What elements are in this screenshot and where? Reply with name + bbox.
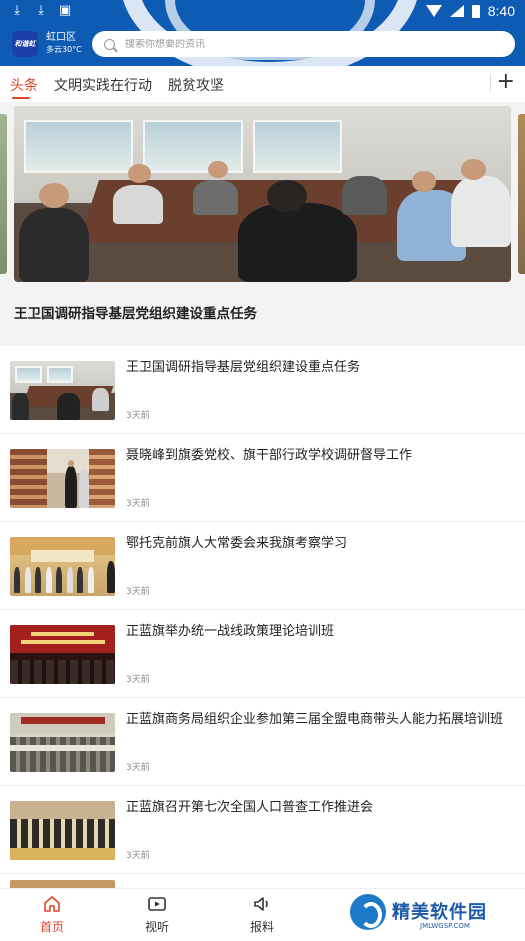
featured-title[interactable]: 王卫国调研指导基层党组织建设重点任务 xyxy=(14,302,257,322)
news-thumbnail xyxy=(10,713,115,772)
featured-carousel[interactable]: 王卫国调研指导基层党组织建设重点任务 xyxy=(0,102,525,346)
news-time: 3天前 xyxy=(126,411,150,421)
news-title: 正蓝旗举办统一战线政策理论培训班 xyxy=(126,624,335,639)
tab-civilization-practice[interactable]: 文明实践在行动 xyxy=(54,75,152,95)
signal-icon xyxy=(449,5,464,17)
news-time: 3天前 xyxy=(126,675,150,685)
app-header: ⤓ ⤓ ▣ 8:40 和谐虹 虹口区 多云30°C xyxy=(0,0,525,66)
watermark-name: 精美软件园 xyxy=(392,902,487,923)
status-bar: ⤓ ⤓ ▣ 8:40 xyxy=(0,0,525,24)
news-title: 聂晓峰到旗委党校、旗干部行政学校调研督导工作 xyxy=(126,448,413,463)
news-time: 3天前 xyxy=(126,763,150,773)
tab-poverty-alleviation[interactable]: 脱贫攻坚 xyxy=(168,75,224,95)
speaker-icon xyxy=(254,897,268,911)
app-screen: ⤓ ⤓ ▣ 8:40 和谐虹 虹口区 多云30°C 头条 文明实践在行动 脱贫攻… xyxy=(0,0,525,941)
watermark: 精美软件园 JMLWGSP.COM xyxy=(350,892,520,938)
category-tabs: 头条 文明实践在行动 脱贫攻坚 + xyxy=(0,66,525,102)
status-time: 8:40 xyxy=(487,3,515,19)
image-icon: ▣ xyxy=(58,3,72,18)
add-channel-icon[interactable]: + xyxy=(497,69,515,94)
carousel-next-peek xyxy=(518,114,525,274)
list-item[interactable]: 鄂托克前旗人大常委会来我旗考察学习 3天前 xyxy=(0,522,525,610)
news-thumbnail xyxy=(10,801,115,860)
nav-label: 首页 xyxy=(39,920,64,934)
watermark-logo-icon xyxy=(350,894,386,930)
news-title: 王卫国调研指导基层党组织建设重点任务 xyxy=(126,360,361,375)
search-icon xyxy=(104,38,115,50)
news-title: 正蓝旗召开第七次全国人口普查工作推进会 xyxy=(126,800,374,815)
list-item[interactable]: 王卫国调研指导基层党组织建设重点任务 3天前 xyxy=(0,346,525,434)
news-title: 鄂托克前旗人大常委会来我旗考察学习 xyxy=(126,536,348,551)
location-name: 虹口区 xyxy=(46,32,76,43)
weather-text: 多云30°C xyxy=(46,45,82,54)
news-time: 3天前 xyxy=(126,851,150,861)
location-weather[interactable]: 虹口区 多云30°C xyxy=(46,31,82,55)
news-thumbnail xyxy=(10,449,115,508)
news-time: 3天前 xyxy=(126,499,150,509)
tab-divider xyxy=(490,74,491,92)
download-icon: ⤓ xyxy=(38,3,44,18)
news-thumbnail xyxy=(10,537,115,596)
watermark-url: JMLWGSP.COM xyxy=(420,922,470,930)
list-item[interactable]: 聂晓峰到旗委党校、旗干部行政学校调研督导工作 3天前 xyxy=(0,434,525,522)
search-input[interactable] xyxy=(125,38,485,50)
video-icon xyxy=(148,897,166,911)
nav-label: 视听 xyxy=(144,920,169,934)
tab-headlines[interactable]: 头条 xyxy=(10,75,38,95)
nav-report[interactable]: 报料 xyxy=(232,894,292,935)
news-thumbnail xyxy=(10,625,115,684)
app-logo[interactable]: 和谐虹 xyxy=(12,31,38,57)
nav-label: 报料 xyxy=(249,920,274,934)
list-item[interactable]: 正蓝旗举办统一战线政策理论培训班 3天前 xyxy=(0,610,525,698)
nav-video[interactable]: 视听 xyxy=(127,894,187,935)
news-thumbnail xyxy=(10,361,115,420)
battery-icon xyxy=(471,4,480,18)
wifi-icon xyxy=(425,5,442,17)
nav-home[interactable]: 首页 xyxy=(22,894,82,935)
news-time: 3天前 xyxy=(126,587,150,597)
home-icon xyxy=(44,896,60,912)
featured-image[interactable] xyxy=(14,106,511,282)
active-tab-indicator xyxy=(12,97,30,99)
list-item[interactable]: 正蓝旗召开第七次全国人口普查工作推进会 3天前 xyxy=(0,786,525,874)
list-item[interactable]: 正蓝旗商务局组织企业参加第三届全盟电商带头人能力拓展培训班 3天前 xyxy=(0,698,525,786)
download-icon: ⤓ xyxy=(14,3,20,18)
news-title: 正蓝旗商务局组织企业参加第三届全盟电商带头人能力拓展培训班 xyxy=(126,712,504,727)
carousel-prev-peek xyxy=(0,114,7,274)
search-bar[interactable] xyxy=(92,31,515,57)
